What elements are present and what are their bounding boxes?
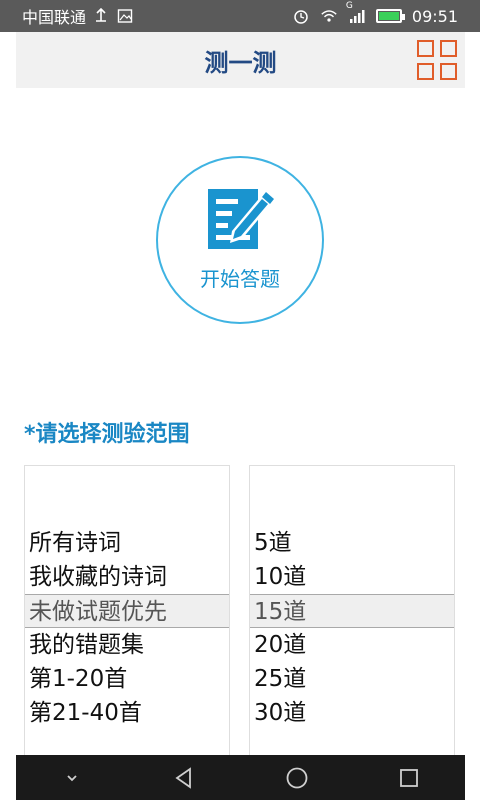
recents-square-icon xyxy=(399,768,418,787)
grid-icon-cell xyxy=(417,63,434,80)
count-option-selected[interactable]: 15道 xyxy=(250,594,454,628)
edit-document-icon xyxy=(208,188,274,249)
scope-section-label: *请选择测验范围 xyxy=(24,422,190,447)
scope-option[interactable]: 我收藏的诗词 xyxy=(25,560,229,594)
status-right: G 09:51 xyxy=(292,1,480,26)
back-triangle-icon xyxy=(175,766,192,789)
app-header: 测一测 xyxy=(16,32,465,88)
count-option[interactable]: 30道 xyxy=(250,696,454,730)
count-option[interactable]: 10道 xyxy=(250,560,454,594)
grid-menu-button[interactable] xyxy=(417,40,457,80)
clock: 09:51 xyxy=(411,6,458,26)
scope-picker-list: 所有诗词 我收藏的诗词 未做试题优先 我的错题集 第1-20首 第21-40首 xyxy=(25,526,229,730)
count-picker[interactable]: 5道 10道 15道 20道 25道 30道 xyxy=(249,465,455,765)
signal-icon: G xyxy=(346,1,366,25)
battery-icon xyxy=(375,9,405,23)
home-button[interactable] xyxy=(277,758,317,798)
grid-icon-cell xyxy=(440,63,457,80)
count-picker-list: 5道 10道 15道 20道 25道 30道 xyxy=(250,526,454,730)
recents-button[interactable] xyxy=(389,758,429,798)
wifi-icon xyxy=(320,7,338,25)
home-circle-icon xyxy=(286,767,308,788)
count-option[interactable]: 5道 xyxy=(250,526,454,560)
usb-icon xyxy=(92,7,110,25)
page-title: 测一测 xyxy=(204,48,277,77)
grid-icon-cell xyxy=(417,40,434,57)
status-bar: 中国联通 G 09:51 xyxy=(0,0,480,32)
count-option[interactable]: 20道 xyxy=(250,628,454,662)
scope-option[interactable]: 第1-20首 xyxy=(25,662,229,696)
start-quiz-button[interactable]: 开始答题 xyxy=(156,156,324,324)
start-quiz-label: 开始答题 xyxy=(200,266,280,291)
alarm-icon xyxy=(292,7,310,25)
hide-keyboard-button[interactable] xyxy=(52,758,92,798)
scope-option[interactable]: 所有诗词 xyxy=(25,526,229,560)
grid-icon-cell xyxy=(440,40,457,57)
scope-option[interactable]: 我的错题集 xyxy=(25,628,229,662)
status-left: 中国联通 xyxy=(0,4,134,28)
network-type-label: G xyxy=(345,1,353,11)
scope-option-selected[interactable]: 未做试题优先 xyxy=(25,594,229,628)
chevron-down-icon xyxy=(67,774,77,781)
scope-picker[interactable]: 所有诗词 我收藏的诗词 未做试题优先 我的错题集 第1-20首 第21-40首 xyxy=(24,465,230,765)
navigation-bar xyxy=(16,755,465,800)
back-button[interactable] xyxy=(164,758,204,798)
count-option[interactable]: 25道 xyxy=(250,662,454,696)
scope-option[interactable]: 第21-40首 xyxy=(25,696,229,730)
carrier-label: 中国联通 xyxy=(22,8,87,27)
image-icon xyxy=(116,7,134,25)
